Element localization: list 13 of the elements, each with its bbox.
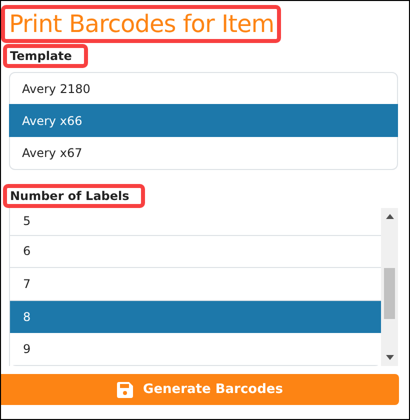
scroll-up-icon[interactable] [386, 214, 394, 219]
page-title: Print Barcodes for Item [1, 5, 282, 43]
field-label: Number of Labels [3, 184, 146, 208]
list-item[interactable]: 8 [10, 300, 381, 334]
scrollbar[interactable] [381, 208, 398, 366]
scrollbar-thumb[interactable] [384, 268, 395, 319]
list-item[interactable]: 6 [10, 236, 381, 268]
field-label: Template [3, 44, 88, 68]
save-icon [117, 382, 134, 398]
list-item[interactable]: Avery x67 [9, 137, 398, 170]
list-item[interactable]: Avery x66 [9, 104, 398, 137]
scroll-down-icon[interactable] [386, 355, 394, 360]
list-item[interactable]: Avery 2180 [9, 72, 398, 105]
